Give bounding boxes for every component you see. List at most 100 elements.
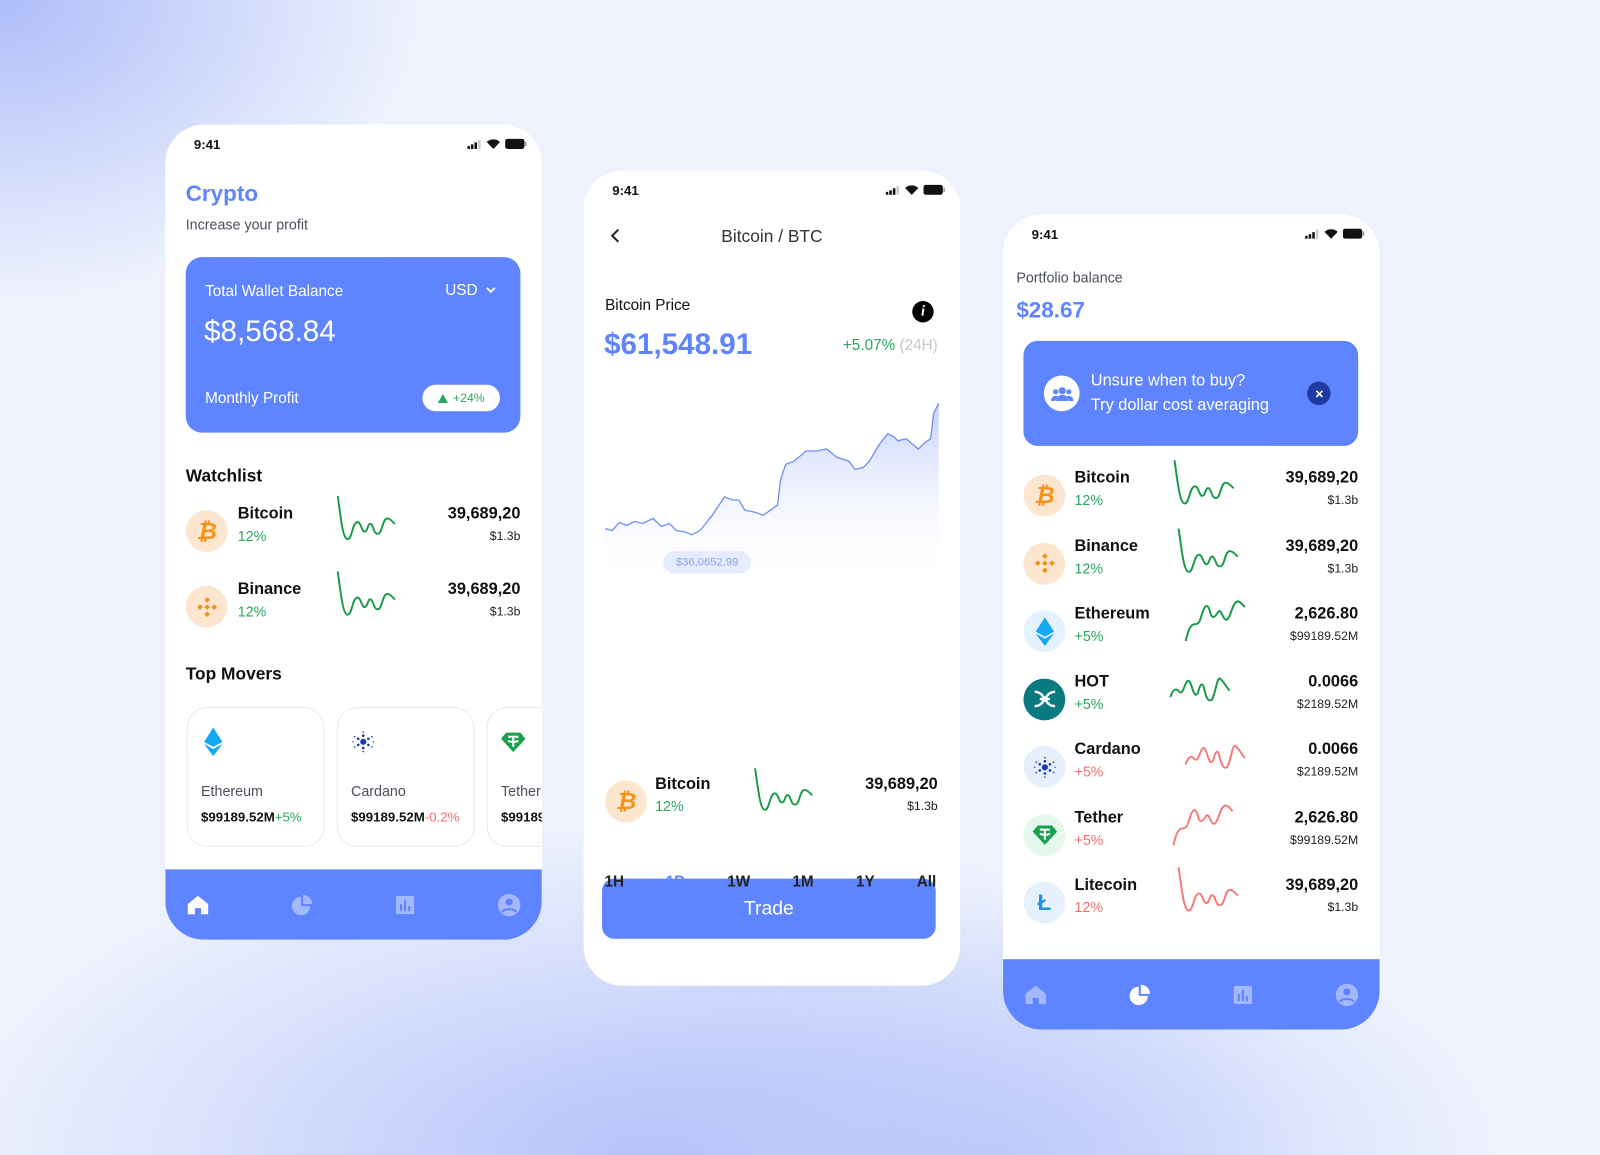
mover-value: $99189.52M+5%: [201, 809, 302, 824]
coin-price: 0.0066: [1308, 740, 1359, 759]
sparkline: [1184, 600, 1246, 642]
coin-name: Tether: [1074, 808, 1124, 827]
signal-icon: [467, 139, 481, 149]
mover-change: +5%: [274, 809, 302, 825]
coin-change: 12%: [1074, 898, 1104, 916]
profile-icon[interactable]: [497, 892, 521, 916]
coin-price: 39,689,20: [447, 580, 521, 598]
chart-tooltip: $36,0652.99: [663, 551, 752, 574]
sparkline: [336, 571, 396, 616]
coin-change: 12%: [237, 603, 267, 620]
coin-market-cap: $1.3b: [1327, 899, 1359, 915]
top-mover-card[interactable]: Cardano $99189.52M-0.2%: [336, 707, 475, 847]
bitcoin-detail-screen: 9:41 Bitcoin / BTC Bitcoin Price i $61,5…: [583, 170, 961, 986]
binance-icon: [1023, 542, 1066, 585]
coin-price: 39,689,20: [1285, 469, 1359, 487]
coin-row[interactable]: Ł Litecoin 12% 39,689,20 $1.3b: [1023, 867, 1359, 928]
top-mover-card[interactable]: Tether $99189: [486, 707, 542, 847]
coin-name: Bitcoin: [237, 505, 294, 523]
bitcoin-icon: ₿: [1023, 474, 1066, 517]
coin-name: Bitcoin: [1074, 469, 1130, 487]
coin-row[interactable]: HOT +5% 0.0066 $2189.52M: [1023, 673, 1358, 724]
mover-value: $99189.52M-0.2%: [351, 809, 459, 824]
litecoin-icon: Ł: [1023, 881, 1066, 924]
coin-name: Bitcoin: [655, 775, 711, 793]
coin-name: Binance: [1074, 537, 1139, 555]
chart-area: [605, 403, 939, 584]
top-mover-card[interactable]: Ethereum $99189.52M+5%: [186, 707, 325, 847]
mover-value: $99189: [501, 809, 542, 824]
coin-change: 12%: [655, 797, 684, 815]
home-screen: 9:41 Crypto Increase your profit Total W…: [165, 124, 542, 940]
mover-name: Ethereum: [201, 782, 263, 799]
sparkline: [754, 768, 813, 811]
coin-row[interactable]: Ethereum +5% 2,626.80 $99189.52M: [1023, 600, 1359, 656]
coin-row[interactable]: Cardano +5% 0.0066 $2189.52M: [1023, 741, 1358, 792]
coin-change: +5%: [1074, 695, 1104, 712]
bitcoin-icon: ₿: [605, 780, 647, 823]
sparkline: [336, 495, 396, 541]
coin-price: 2,626.80: [1294, 808, 1359, 827]
coin-row[interactable]: Tether +5% 2,626.80 $99189.52M: [1023, 804, 1359, 860]
ethereum-icon: [198, 727, 229, 758]
coin-row[interactable]: ₿ Bitcoin 12% 39,689,20 $1.3b: [1023, 459, 1359, 520]
coin-change: 12%: [237, 527, 267, 544]
coin-market-cap: $1.3b: [1327, 492, 1359, 508]
range-tab-1w[interactable]: 1W: [727, 873, 750, 890]
wifi-icon: [1324, 229, 1338, 239]
battery-icon: [1342, 228, 1365, 239]
page-title: Crypto: [185, 180, 259, 207]
close-banner-button[interactable]: [1307, 381, 1331, 406]
wallet-card: Total Wallet Balance USD $8,568.84 Month…: [185, 257, 521, 433]
coin-price: 2,626.80: [1294, 605, 1359, 623]
dca-banner[interactable]: Unsure when to buy? Try dollar cost aver…: [1023, 340, 1359, 446]
coin-market-cap: $1.3b: [907, 798, 938, 814]
coin-row[interactable]: ₿ Bitcoin 12% 39,689,20 $1.3b: [605, 768, 938, 827]
hot-icon: [1023, 678, 1066, 720]
cardano-icon: [348, 727, 379, 758]
range-tab-1d[interactable]: 1D: [666, 873, 686, 890]
profile-icon[interactable]: [1335, 982, 1359, 1006]
bottom-nav: [165, 869, 542, 940]
coin-name: Ethereum: [1074, 605, 1150, 623]
watchlist-title: Watchlist: [185, 466, 263, 486]
up-triangle-icon: [437, 393, 448, 403]
range-tab-1y[interactable]: 1Y: [856, 873, 875, 890]
price-chart[interactable]: [584, 170, 961, 599]
users-icon: [1043, 375, 1080, 412]
range-tab-1m[interactable]: 1M: [792, 873, 813, 890]
wifi-icon: [486, 139, 500, 149]
portfolio-pie-icon[interactable]: [1127, 982, 1151, 1006]
portfolio-pie-icon[interactable]: [289, 892, 313, 916]
mover-name: Tether: [501, 782, 541, 799]
battery-icon: [505, 138, 527, 149]
range-tab-1h[interactable]: 1H: [604, 873, 624, 890]
coin-price: 39,689,20: [1285, 537, 1359, 555]
profit-value: +24%: [453, 390, 485, 406]
sparkline: [1169, 676, 1231, 701]
portfolio-screen: 9:41 Portfolio balance $28.67 Unsure whe…: [1003, 214, 1380, 1030]
wallet-balance: $8,568.84: [204, 315, 336, 348]
coin-market-cap: $1.3b: [489, 528, 521, 543]
portfolio-balance: $28.67: [1016, 296, 1085, 323]
currency-dropdown[interactable]: USD: [445, 282, 496, 299]
home-icon[interactable]: [186, 892, 210, 916]
coin-price: 0.0066: [1308, 672, 1359, 691]
page-subtitle: Increase your profit: [185, 216, 309, 233]
mover-name: Cardano: [351, 782, 406, 799]
trade-button[interactable]: Trade: [602, 878, 936, 939]
range-tab-all[interactable]: All: [917, 873, 937, 890]
mover-cap: $99189.52M: [201, 809, 275, 825]
stats-bar-icon[interactable]: [393, 892, 417, 916]
home-icon[interactable]: [1023, 982, 1047, 1006]
wallet-label: Total Wallet Balance: [205, 282, 344, 300]
mover-cap: $99189: [501, 809, 542, 825]
coin-row[interactable]: Binance 12% 39,689,20 $1.3b: [185, 571, 521, 632]
status-icons: [1305, 228, 1365, 239]
banner-line2: Try dollar cost averaging: [1090, 396, 1269, 415]
stats-bar-icon[interactable]: [1231, 982, 1255, 1006]
bitcoin-icon: ₿: [185, 510, 228, 553]
coin-row[interactable]: Binance 12% 39,689,20 $1.3b: [1023, 527, 1359, 588]
coin-market-cap: $2189.52M: [1296, 764, 1359, 779]
coin-row[interactable]: ₿ Bitcoin 12% 39,689,20 $1.3b: [185, 495, 521, 556]
